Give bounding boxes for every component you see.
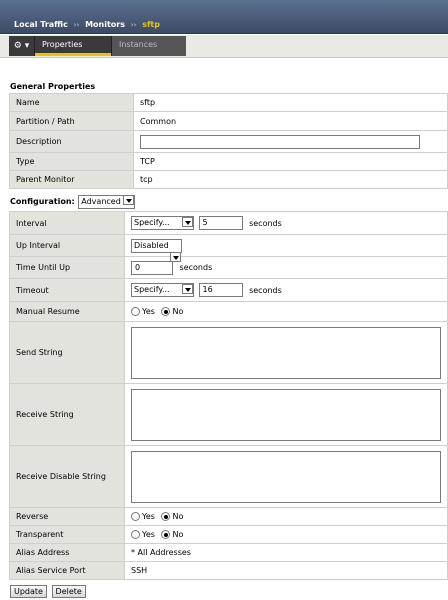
configuration-line: Configuration: Advanced <box>10 194 135 210</box>
up-interval-select[interactable]: Disabled <box>131 238 182 262</box>
action-buttons: Update Delete <box>10 585 88 598</box>
interval-unit: seconds <box>249 218 282 228</box>
manual-resume-label: Manual Resume <box>9 301 125 322</box>
send-string-textarea[interactable] <box>131 326 441 379</box>
row-up-interval: Up Interval Disabled <box>9 234 448 262</box>
alias-service-port-label: Alias Service Port <box>9 561 125 580</box>
reverse-yes-label: Yes <box>142 512 155 521</box>
up-interval-select-value: Disabled <box>134 240 169 250</box>
breadcrumb-monitors[interactable]: Monitors <box>85 20 125 29</box>
manual-resume-yes-radio[interactable] <box>131 307 140 316</box>
interval-select-value: Specify... <box>134 218 170 227</box>
parent-monitor-value: tcp <box>133 170 448 189</box>
partition-label: Partition / Path <box>9 111 134 131</box>
transparent-no-label: No <box>172 530 184 539</box>
row-receive-string: Receive String <box>9 383 448 446</box>
row-type: Type TCP <box>9 152 448 171</box>
receive-string-label: Receive String <box>9 383 125 446</box>
row-time-until-up: Time Until Up 0 seconds <box>9 256 448 279</box>
timeout-input[interactable]: 16 <box>198 283 243 297</box>
description-input[interactable] <box>140 134 420 149</box>
breadcrumb-local-traffic[interactable]: Local Traffic <box>14 20 68 29</box>
manual-resume-no-radio[interactable] <box>161 307 171 316</box>
receive-string-textarea[interactable] <box>131 388 441 441</box>
time-until-up-unit: seconds <box>179 263 213 272</box>
transparent-no-radio[interactable] <box>161 530 171 539</box>
configuration-table: Interval Specify... 5 seconds Up Interva… <box>9 211 448 580</box>
type-value: TCP <box>133 152 448 171</box>
timeout-label: Timeout <box>9 278 125 302</box>
row-alias-service-port: Alias Service Port SSH <box>9 561 448 580</box>
timeout-unit: seconds <box>249 285 282 295</box>
description-label: Description <box>9 130 134 153</box>
tab-instances[interactable]: Instances <box>111 36 186 56</box>
interval-label: Interval <box>9 211 125 235</box>
time-until-up-label: Time Until Up <box>9 256 125 279</box>
breadcrumb-separator: ›› <box>73 21 80 29</box>
top-header: Local Traffic ›› Monitors ›› sftp <box>0 0 448 34</box>
delete-button[interactable]: Delete <box>51 585 86 598</box>
configuration-label: Configuration: <box>10 197 75 206</box>
row-receive-disable-string: Receive Disable String <box>9 445 448 508</box>
row-description: Description <box>9 130 448 153</box>
alias-address-value: * All Addresses <box>124 543 448 562</box>
gear-menu-icon[interactable]: ⚙ ▾ <box>9 36 35 56</box>
alias-service-port-value: SSH <box>124 561 448 580</box>
interval-input[interactable]: 5 <box>198 216 243 230</box>
breadcrumb-current: sftp <box>142 20 160 29</box>
receive-disable-string-label: Receive Disable String <box>9 445 125 508</box>
manual-resume-no-label: No <box>172 307 184 316</box>
breadcrumb: Local Traffic ›› Monitors ›› sftp <box>14 20 160 29</box>
configuration-mode-select[interactable]: Advanced <box>78 194 135 209</box>
timeout-select[interactable]: Specify... <box>131 283 194 297</box>
manual-resume-yes-label: Yes <box>142 307 155 316</box>
chevron-down-icon <box>170 251 181 262</box>
reverse-no-label: No <box>172 512 184 521</box>
receive-disable-string-textarea[interactable] <box>131 450 441 503</box>
type-label: Type <box>9 152 134 171</box>
transparent-label: Transparent <box>9 525 125 544</box>
reverse-label: Reverse <box>9 507 125 526</box>
name-label: Name <box>9 93 134 112</box>
row-manual-resume: Manual Resume Yes No <box>9 301 448 322</box>
interval-select[interactable]: Specify... <box>131 216 194 230</box>
reverse-no-radio[interactable] <box>161 512 171 521</box>
row-name: Name sftp <box>9 93 448 112</box>
tab-properties[interactable]: Properties <box>35 36 111 56</box>
up-interval-label: Up Interval <box>9 234 125 257</box>
alias-address-label: Alias Address <box>9 543 125 562</box>
row-send-string: Send String <box>9 321 448 384</box>
name-value: sftp <box>133 93 448 112</box>
row-timeout: Timeout Specify... 16 seconds <box>9 278 448 302</box>
chevron-down-icon <box>122 195 134 205</box>
chevron-down-icon <box>182 217 193 227</box>
configuration-mode-value: Advanced <box>81 196 121 206</box>
update-button[interactable]: Update <box>10 585 47 598</box>
timeout-select-value: Specify... <box>134 285 170 294</box>
general-properties-table: Name sftp Partition / Path Common Descri… <box>9 93 448 189</box>
tab-bar: ⚙ ▾ Properties Instances <box>0 35 448 58</box>
row-transparent: Transparent Yes No <box>9 525 448 544</box>
row-parent-monitor: Parent Monitor tcp <box>9 170 448 189</box>
row-partition: Partition / Path Common <box>9 111 448 131</box>
transparent-yes-radio[interactable] <box>131 530 140 539</box>
row-interval: Interval Specify... 5 seconds <box>9 211 448 235</box>
send-string-label: Send String <box>9 321 125 384</box>
partition-value: Common <box>133 111 448 131</box>
general-properties-title: General Properties <box>10 82 96 91</box>
row-reverse: Reverse Yes No <box>9 507 448 526</box>
parent-monitor-label: Parent Monitor <box>9 170 134 189</box>
transparent-yes-label: Yes <box>142 530 155 539</box>
reverse-yes-radio[interactable] <box>131 512 140 521</box>
chevron-down-icon <box>182 284 193 294</box>
time-until-up-input[interactable]: 0 <box>131 260 173 275</box>
breadcrumb-separator: ›› <box>130 21 137 29</box>
row-alias-address: Alias Address * All Addresses <box>9 543 448 562</box>
